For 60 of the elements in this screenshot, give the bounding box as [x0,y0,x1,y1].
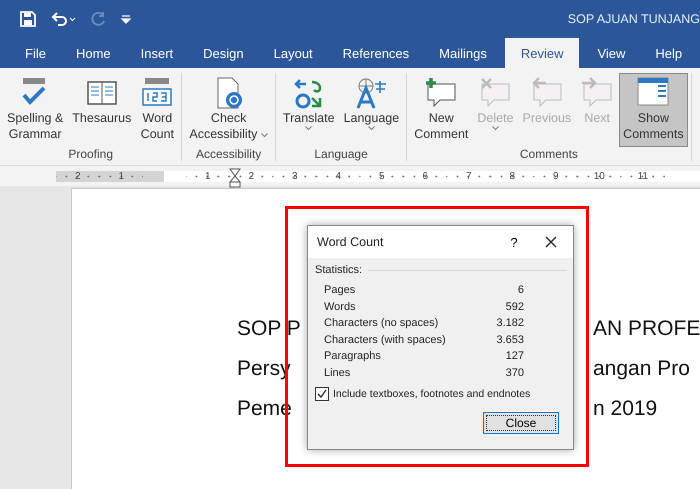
new-comment-icon [424,76,458,110]
section-label: Statistics: [315,264,362,276]
ribbon-tab[interactable]: References [330,38,422,68]
stat-label: Characters (with spaces) [324,334,446,346]
next-comment-icon [580,76,614,110]
undo-icon[interactable] [50,11,76,27]
ribbon-tab[interactable]: File [13,38,58,68]
stat-value: 6 [518,284,524,296]
stat-value: 3.653 [496,334,524,346]
stat-value: 127 [506,350,524,362]
ribbon-tab[interactable]: Home [64,38,123,68]
caret-icon [260,133,268,138]
group-label: Accessibility [194,147,262,161]
ribbon-tab[interactable]: Layout [262,38,325,68]
document-text: SOP P [237,317,301,340]
ribbon-tab[interactable]: Review [504,38,580,68]
stat-label: Characters (no spaces) [324,317,438,330]
stat-label: Pages [324,284,356,296]
ribbon-button[interactable]: Show Comments [619,73,688,147]
ribbon-tab[interactable]: Help [643,38,694,68]
checkbox[interactable] [315,387,329,401]
stat-value: 3.182 [496,317,524,330]
checkbox-label[interactable]: Include textboxes, footnotes and endnotes [333,388,530,400]
ribbon-tab[interactable]: Design [191,38,256,68]
globe-icon [354,76,388,110]
document-text: n 2019 [593,397,658,422]
stat-label: Lines [324,366,350,379]
close-dialog-button[interactable]: Close [483,412,559,434]
stat-label: Words [324,300,356,313]
delete-comment-icon [478,76,512,110]
customize-icon[interactable] [120,13,132,25]
document-text: angan Pro [593,357,690,382]
ribbon-button[interactable]: Word Count [136,73,178,147]
group-label: Proofing [67,147,114,161]
indent-marker[interactable] [229,168,241,188]
group-label: Language [313,147,369,161]
stat-value: 370 [506,366,524,379]
group-label: Comments [518,147,579,161]
ribbon-button[interactable]: Language [340,73,404,147]
save-icon[interactable] [20,11,36,27]
ribbon-button[interactable]: Translate [278,73,339,147]
document-text: AN PROFE [593,317,700,342]
stat-label: Paragraphs [324,350,381,362]
close-icon [545,236,557,248]
ribbon-tab[interactable]: View [585,38,638,68]
ribbon-tab[interactable]: Insert [128,38,186,68]
document-title: SOP AJUAN TUNJANG [568,12,700,26]
ribbon-tab[interactable]: Mailings [427,38,499,68]
stat-value: 592 [506,300,524,313]
ribbon-button[interactable]: New Comment [410,73,472,147]
help-button[interactable]: ? [499,234,529,250]
ribbon-button[interactable]: Thesaurus [68,73,136,147]
dialog-title: Word Count [317,235,384,249]
caret-icon [368,126,375,131]
caret-icon [492,126,499,131]
check-icon [317,389,327,399]
previous-comment-icon [530,76,564,110]
caret-icon [305,126,312,131]
ribbon-button[interactable]: Check Accessibility [185,73,272,147]
ribbon-button[interactable]: Spelling & Grammar [3,73,68,147]
